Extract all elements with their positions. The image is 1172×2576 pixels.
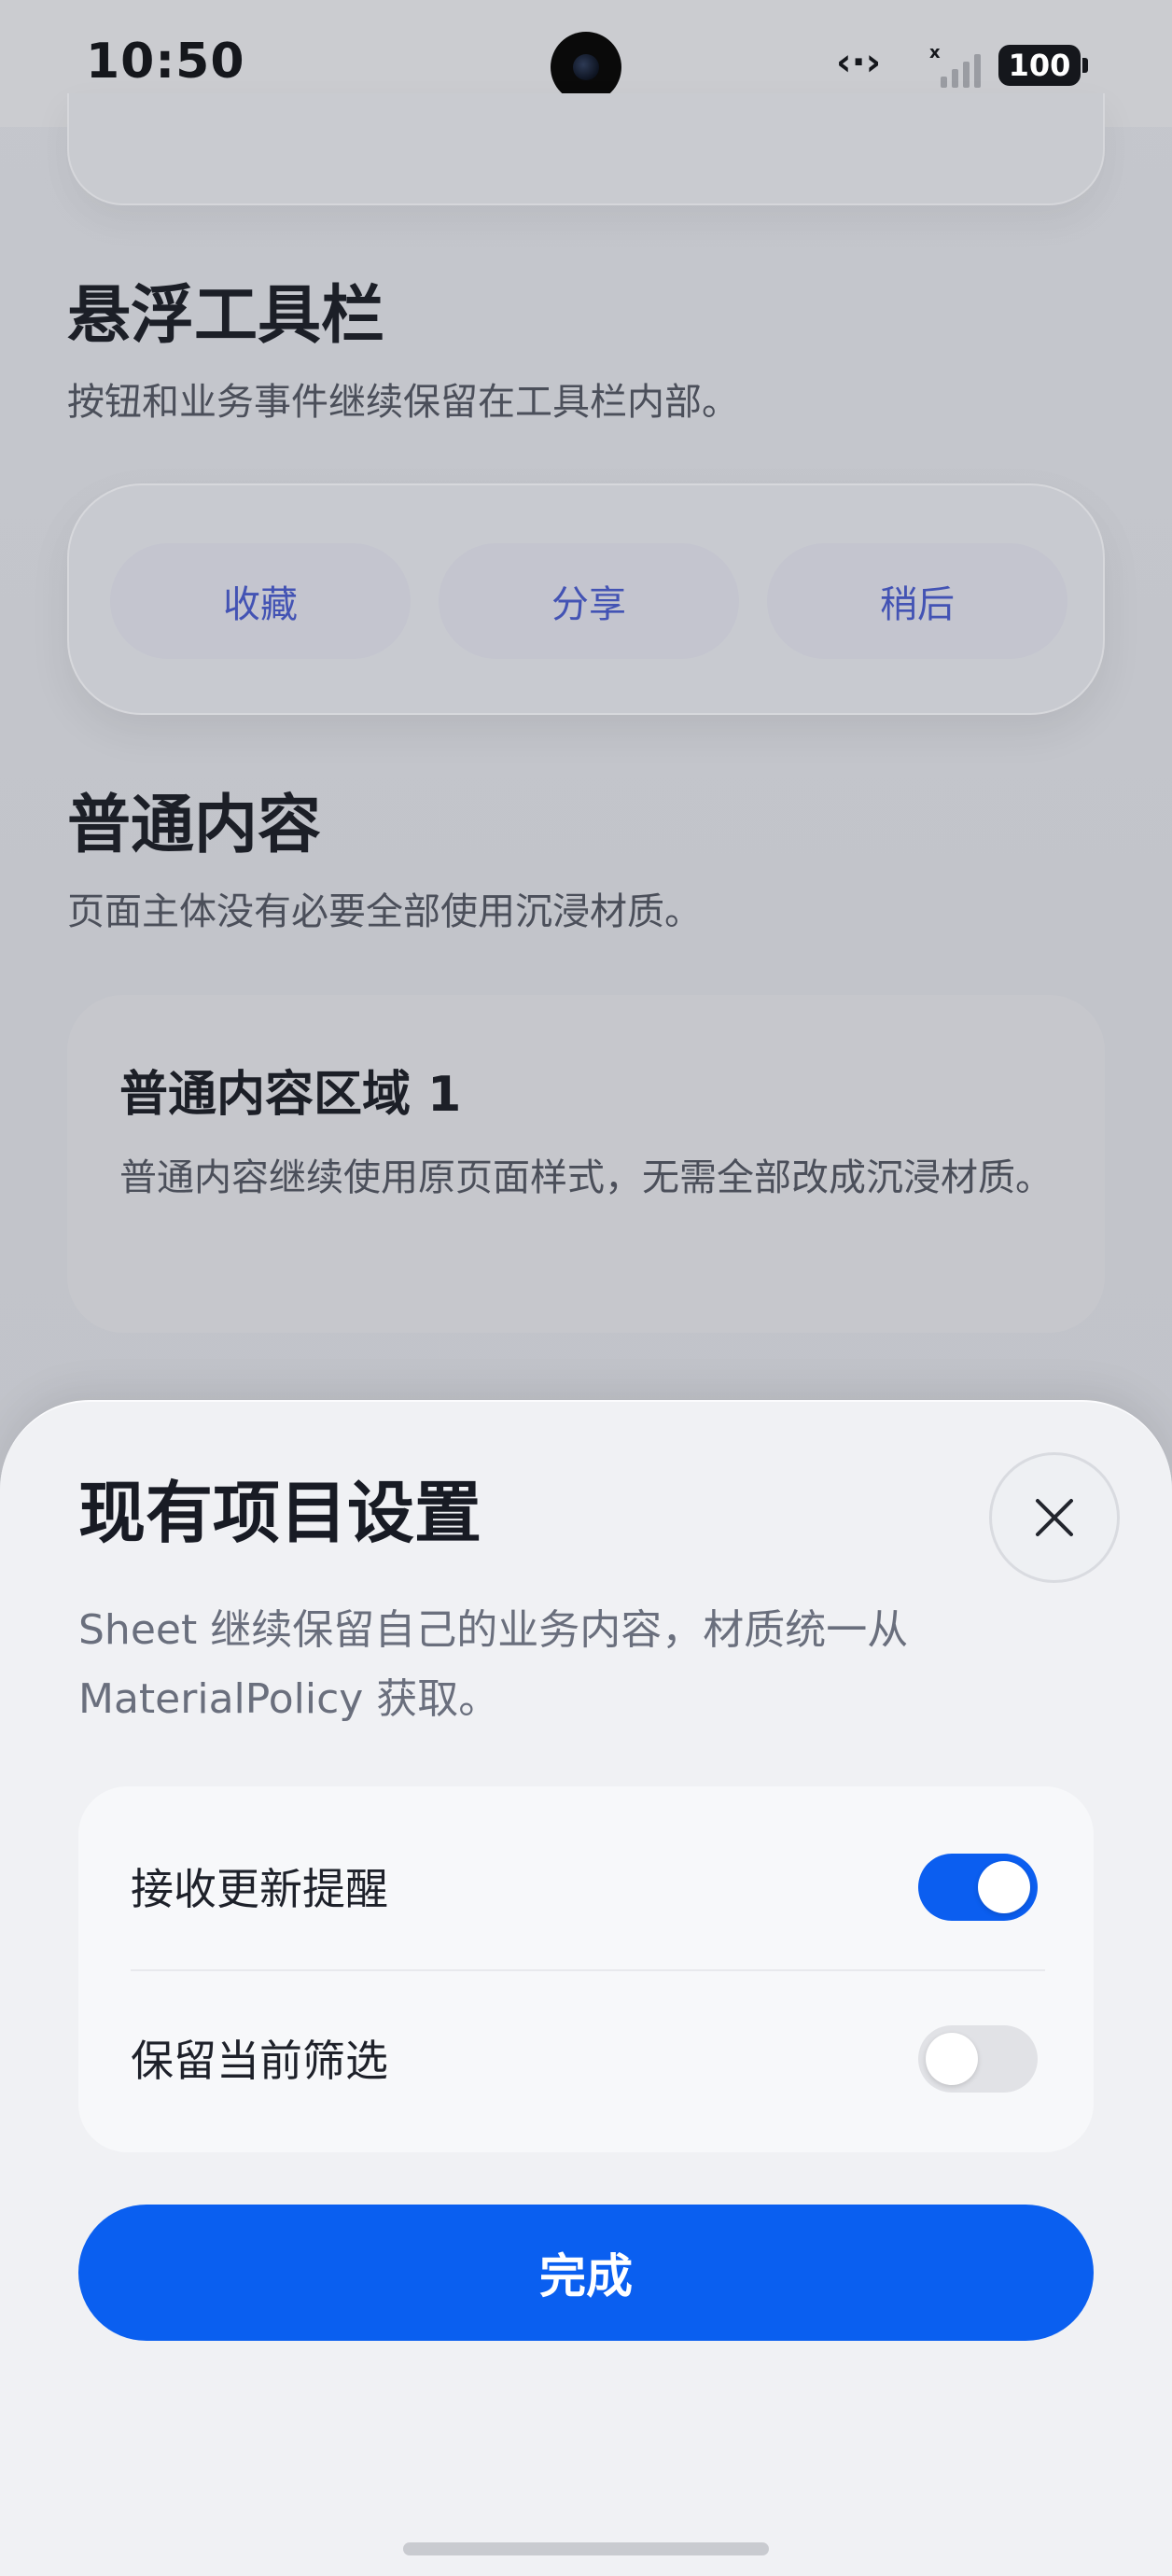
settings-sheet: 现有项目设置 Sheet 继续保留自己的业务内容，材质统一从 MaterialP… [0,1400,1172,2576]
sheet-title: 现有项目设置 [78,1474,482,1552]
content-card: 普通内容区域 1 普通内容继续使用原页面样式，无需全部改成沉浸材质。 [67,995,1105,1333]
later-button[interactable]: 稍后 [767,543,1067,659]
camera-cutout [551,32,621,103]
content-card-body: 普通内容继续使用原页面样式，无需全部改成沉浸材质。 [119,1156,1053,1199]
share-button[interactable]: 分享 [439,543,739,659]
section-title-regular-content: 普通内容 [67,789,322,862]
section-subtitle-regular-content: 页面主体没有必要全部使用沉浸材质。 [67,890,702,933]
floating-toolbar: 收藏 分享 稍后 [67,483,1105,715]
section-title-floating-toolbar: 悬浮工具栏 [67,279,385,353]
setting-row-keep-filter[interactable]: 保留当前筛选 [78,1969,1094,2141]
status-icons: ‹·› x 100 [836,37,1116,93]
done-button[interactable]: 完成 [78,2205,1094,2341]
battery-level: 100 [1008,48,1071,83]
favorite-button[interactable]: 收藏 [110,543,411,659]
update-reminder-toggle[interactable] [918,1854,1038,1921]
home-indicator[interactable] [403,2542,769,2555]
section-subtitle-floating-toolbar: 按钮和业务事件继续保留在工具栏内部。 [67,381,739,424]
toggle-knob [926,2033,978,2085]
content-card-title: 普通内容区域 1 [119,1067,462,1123]
link-icon: ‹·› [836,41,882,84]
setting-label: 接收更新提醒 [131,1864,388,1914]
status-time: 10:50 [86,34,245,90]
setting-label: 保留当前筛选 [131,2036,388,2086]
battery-icon: 100 [998,45,1088,86]
sheet-description: Sheet 继续保留自己的业务内容，材质统一从 MaterialPolicy 获… [78,1606,909,1723]
close-icon [1036,1499,1073,1536]
close-button[interactable] [989,1452,1120,1583]
setting-row-update-reminder[interactable]: 接收更新提醒 [78,1798,1094,1969]
keep-filter-toggle[interactable] [918,2025,1038,2093]
previous-card [67,93,1105,205]
toggle-knob [978,1861,1030,1913]
settings-list: 接收更新提醒 保留当前筛选 [78,1786,1094,2152]
svg-text:x: x [929,43,941,63]
